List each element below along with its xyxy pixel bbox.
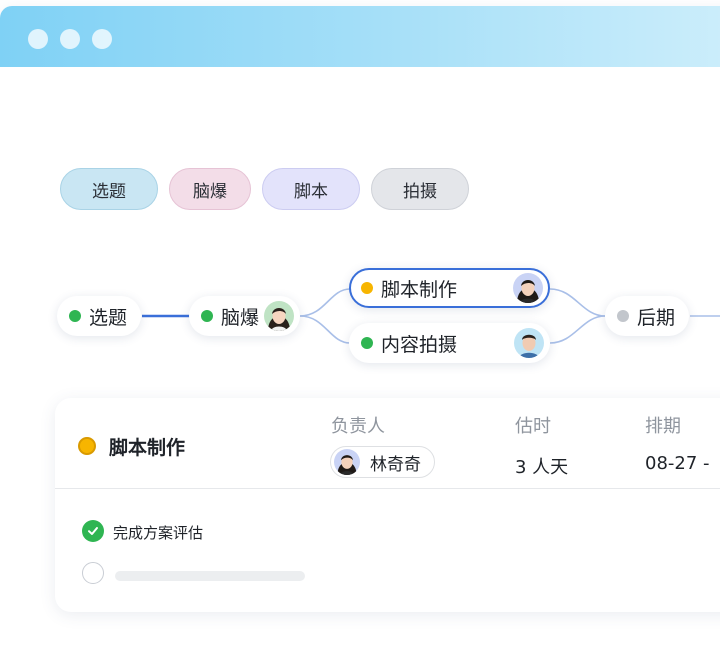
flow-node-shooting[interactable]: 内容拍摄	[349, 323, 550, 363]
owner-header: 负责人	[331, 416, 385, 437]
stage-tag-label: 选题	[92, 181, 126, 202]
stage-tag-label: 拍摄	[403, 181, 437, 202]
subtask-placeholder	[115, 571, 305, 581]
stage-tag-brainstorm[interactable]: 脑爆	[169, 168, 251, 210]
flow-node-label: 脚本制作	[381, 278, 458, 301]
status-dot	[361, 337, 373, 349]
status-dot	[201, 310, 213, 322]
window-dot-close[interactable]	[28, 29, 48, 49]
schedule-value[interactable]: 08-27 -	[645, 453, 710, 474]
status-dot	[617, 310, 629, 322]
card-divider	[55, 488, 720, 489]
flow-node-brainstorm[interactable]: 脑爆	[189, 296, 300, 336]
stage-tag-label: 脚本	[294, 181, 328, 202]
flow-node-topic[interactable]: 选题	[57, 296, 141, 336]
estimate-header: 估时	[515, 416, 551, 437]
female-avatar	[513, 273, 543, 303]
stage-tag-script[interactable]: 脚本	[262, 168, 360, 210]
flow-node-label: 后期	[637, 306, 676, 329]
title-bar	[0, 6, 720, 67]
female-avatar	[334, 449, 360, 475]
checkmark-icon[interactable]	[82, 520, 104, 542]
female-avatar	[264, 301, 294, 331]
status-dot	[78, 437, 96, 455]
window-dot-minimize[interactable]	[60, 29, 80, 49]
male-avatar	[514, 328, 544, 358]
subtask-label: 完成方案评估	[113, 524, 204, 542]
stage-tag-topic[interactable]: 选题	[60, 168, 158, 210]
flow-node-label: 脑爆	[221, 306, 260, 329]
stage-tag-label: 脑爆	[193, 181, 227, 202]
window-dot-maximize[interactable]	[92, 29, 112, 49]
task-detail-card: 脚本制作 负责人 估时 排期 林奇奇 3 人天 08-27 - 完成方案评估	[55, 398, 720, 612]
flow-node-label: 内容拍摄	[381, 333, 458, 356]
owner-chip[interactable]: 林奇奇	[330, 446, 435, 478]
flow-node-post[interactable]: 后期	[605, 296, 689, 336]
status-dot	[69, 310, 81, 322]
owner-name: 林奇奇	[370, 454, 421, 475]
stage-tag-shooting[interactable]: 拍摄	[371, 168, 469, 210]
estimate-value: 3 人天	[515, 457, 569, 478]
unchecked-circle-icon[interactable]	[82, 562, 104, 584]
task-title: 脚本制作	[109, 437, 186, 459]
flow-node-script[interactable]: 脚本制作	[349, 268, 550, 308]
schedule-header: 排期	[645, 416, 681, 437]
flow-node-label: 选题	[89, 306, 128, 329]
status-dot	[361, 282, 373, 294]
